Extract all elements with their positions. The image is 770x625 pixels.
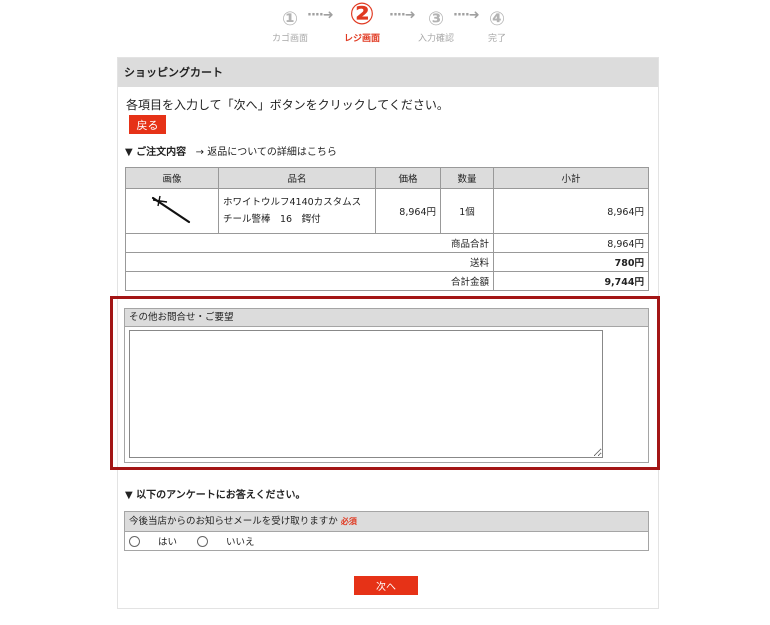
step-complete: ④ 完了 (467, 8, 527, 44)
survey-options: はい いいえ (129, 534, 255, 548)
product-name-cell: ホワイトウルフ4140カスタムス チール警棒 16 鍔付 (218, 188, 376, 234)
return-policy-link[interactable]: → 返品についての詳細はこちら (196, 147, 337, 158)
step-label: 入力確認 (417, 34, 454, 44)
table-row: ホワイトウルフ4140カスタムス チール警棒 16 鍔付 8,964円 1個 8… (125, 188, 649, 234)
intro-text: 各項目を入力して「次へ」ボタンをクリックしてください。 (126, 98, 449, 112)
col-header-price: 価格 (375, 167, 441, 189)
summary-row-total: 合計金額 9,744円 (125, 271, 649, 291)
survey-title: ▼ 以下のアンケートにお答えください。 (125, 490, 306, 501)
summary-value: 8,964円 (493, 233, 649, 253)
step-label: 完了 (487, 34, 506, 44)
col-header-name: 品名 (218, 167, 376, 189)
product-name-line1: ホワイトウルフ4140カスタムス (223, 197, 362, 208)
step-label: レジ画面 (343, 34, 380, 44)
summary-value: 780円 (493, 252, 649, 272)
radio-yes-label[interactable]: はい (158, 534, 177, 548)
panel-title: ショッピングカート (118, 58, 658, 87)
survey-question-text: 今後当店からのお知らせメールを受け取りますか (129, 516, 338, 527)
summary-row-goods: 商品合計 8,964円 (125, 233, 649, 253)
step-label: カゴ画面 (271, 34, 308, 44)
col-header-image: 画像 (125, 167, 219, 189)
product-name-line2: チール警棒 16 鍔付 (223, 214, 321, 225)
col-header-subtotal: 小計 (493, 167, 649, 189)
survey-box: 今後当店からのお知らせメールを受け取りますか 必須 はい いいえ (124, 511, 649, 551)
col-header-qty: 数量 (440, 167, 494, 189)
radio-no[interactable] (197, 535, 209, 547)
step-register: ② レジ画面 (332, 0, 392, 44)
required-badge: 必須 (340, 517, 357, 526)
baton-icon[interactable] (147, 192, 197, 228)
product-price: 8,964円 (375, 188, 441, 234)
order-section-heading: ▼ ご注文内容 → 返品についての詳細はこちら (125, 143, 337, 158)
step-number: ④ (488, 8, 506, 30)
product-qty: 1個 (440, 188, 494, 234)
summary-value: 9,744円 (493, 271, 649, 291)
survey-question: 今後当店からのお知らせメールを受け取りますか 必須 (125, 512, 648, 532)
product-image-cell (125, 188, 219, 234)
summary-row-shipping: 送料 780円 (125, 252, 649, 272)
checkout-steps: ① カゴ画面 ····➜ ② レジ画面 ····➜ ③ 入力確認 ····➜ ④… (0, 0, 770, 50)
inquiry-label: その他お問合せ・ご要望 (125, 309, 648, 327)
radio-no-label[interactable]: いいえ (226, 534, 255, 548)
summary-label: 合計金額 (125, 271, 494, 291)
next-button[interactable]: 次へ (354, 576, 418, 595)
radio-yes[interactable] (129, 535, 140, 547)
product-subtotal: 8,964円 (493, 188, 649, 234)
order-section-title: ▼ ご注文内容 (125, 147, 187, 158)
order-table: 画像 品名 価格 数量 小計 ホワイトウルフ4140カスタムス チール警棒 16… (125, 167, 649, 291)
back-button[interactable]: 戻る (129, 115, 166, 134)
summary-label: 送料 (125, 252, 494, 272)
step-arrow-icon: ····➜ (307, 8, 334, 23)
inquiry-box: その他お問合せ・ご要望 (124, 308, 649, 463)
step-number: ② (349, 0, 375, 32)
inquiry-textarea[interactable] (129, 330, 603, 458)
summary-label: 商品合計 (125, 233, 494, 253)
